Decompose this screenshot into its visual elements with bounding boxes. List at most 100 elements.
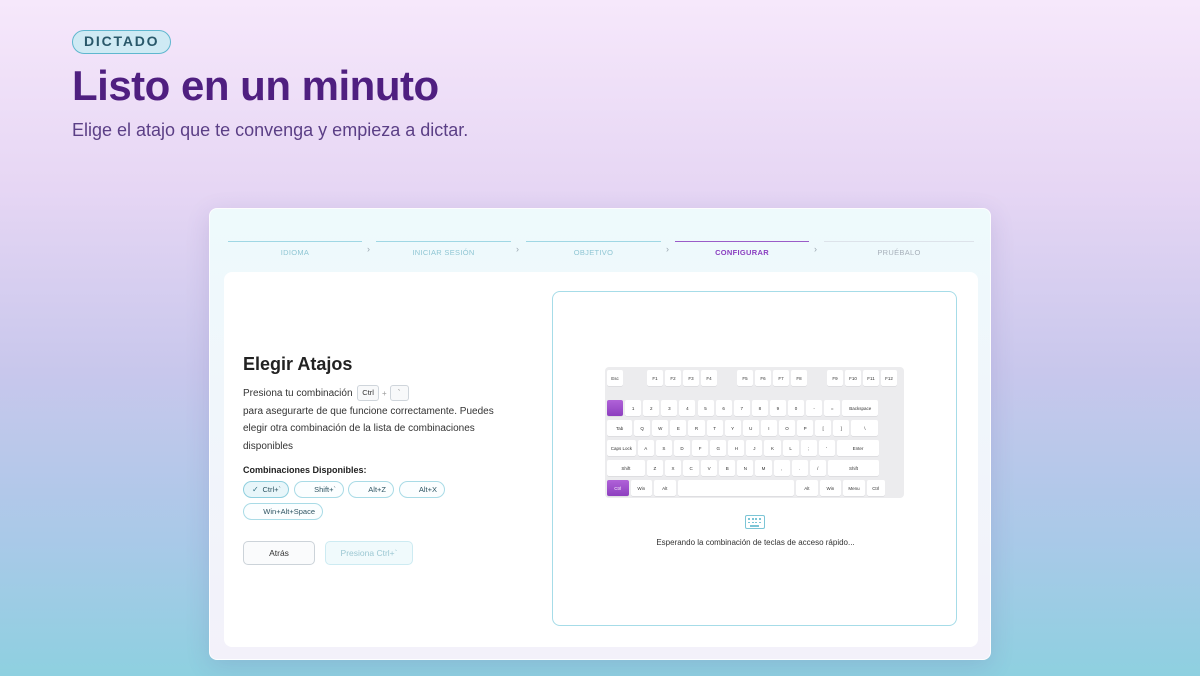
keyboard-icon	[745, 515, 765, 529]
key-symbol: =	[824, 400, 841, 416]
key-j: J	[746, 440, 763, 456]
key-f5: F5	[737, 370, 753, 386]
key-f7: F7	[773, 370, 789, 386]
key-shift: Shift	[827, 460, 880, 476]
key-8: 8	[751, 400, 768, 416]
back-button[interactable]: Atrás	[243, 541, 315, 565]
keyboard-diagram: Esc F1 F2 F3 F4 F5 F6 F7 F8 F9 F10 F11 F12 1 2 3 4 5 6 7 8 9 0…	[605, 367, 904, 498]
key-y: Y	[724, 420, 741, 436]
key-w: W	[652, 420, 669, 436]
setup-window: IDIOMA › INICIAR SESIÓN › OBJETIVO › CON…	[209, 208, 991, 660]
key-f2: F2	[665, 370, 681, 386]
chevron-right-icon: ›	[516, 244, 519, 254]
key-capslock: Caps Lock	[607, 440, 636, 456]
key-9: 9	[769, 400, 786, 416]
chevron-right-icon: ›	[666, 244, 669, 254]
combo-label: Alt+X	[418, 485, 437, 494]
step-configurar[interactable]: CONFIGURAR	[675, 241, 809, 261]
key-f12: F12	[881, 370, 897, 386]
key-win: Win	[819, 480, 842, 496]
combo-label: Ctrl+`	[262, 485, 281, 494]
chevron-right-icon: ›	[814, 244, 817, 254]
keyboard-preview-panel: Esc F1 F2 F3 F4 F5 F6 F7 F8 F9 F10 F11 F12 1 2 3 4 5 6 7 8 9 0…	[552, 291, 957, 626]
section-badge: DICTADO	[72, 30, 172, 54]
combo-label: Win+Alt+Space	[263, 507, 315, 516]
key-v: V	[701, 460, 718, 476]
key-f1: F1	[647, 370, 663, 386]
instructions: Presiona tu combinación Ctrl + ` para aseg…	[243, 385, 513, 455]
combo-chip-ctrl-backtick[interactable]: ✓ Ctrl+`	[243, 481, 289, 498]
instructions-body: para asegurarte de que funcione correcta…	[243, 405, 494, 452]
key-shift: Shift	[607, 460, 645, 476]
hero-title: Listo en un minuto	[72, 62, 439, 109]
step-pruebalo[interactable]: PRUÉBALO	[824, 241, 974, 261]
key-3: 3	[661, 400, 678, 416]
key-n: N	[737, 460, 754, 476]
key-symbol: \	[851, 420, 879, 436]
key-4: 4	[679, 400, 696, 416]
key-7: 7	[733, 400, 750, 416]
section-title: Elegir Atajos	[243, 354, 353, 374]
key-symbol	[607, 400, 624, 416]
key-g: G	[710, 440, 727, 456]
combo-chip-win-alt-space[interactable]: Win+Alt+Space	[243, 503, 323, 520]
stepper: IDIOMA › INICIAR SESIÓN › OBJETIVO › CON…	[228, 241, 974, 261]
key-a: A	[637, 440, 654, 456]
combo-chip-alt-z[interactable]: Alt+Z	[348, 481, 394, 498]
key-z: Z	[646, 460, 663, 476]
key-l: L	[782, 440, 799, 456]
key-1: 1	[625, 400, 642, 416]
key-symbol: '	[818, 440, 835, 456]
key-s: S	[655, 440, 672, 456]
key-symbol: ;	[800, 440, 817, 456]
key-backspace: Backspace	[842, 400, 879, 416]
key-f3: F3	[683, 370, 699, 386]
key-symbol: ,	[773, 460, 790, 476]
setup-card: Elegir Atajos Presiona tu combinación Ct…	[224, 272, 978, 647]
key-alt: Alt	[654, 480, 676, 496]
key-u: U	[742, 420, 759, 436]
key-0: 0	[788, 400, 805, 416]
key-symbol: ]	[833, 420, 850, 436]
key-symbol: /	[809, 460, 826, 476]
combo-label: Shift+`	[314, 485, 336, 494]
key-symbol: [	[815, 420, 832, 436]
key-ctrl: Ctrl	[607, 480, 629, 496]
key-c: C	[683, 460, 700, 476]
key-h: H	[728, 440, 745, 456]
available-combos-label: Combinaciones Disponibles:	[243, 465, 367, 475]
key-f10: F10	[845, 370, 861, 386]
key-esc: Esc	[607, 370, 623, 386]
key-f8: F8	[791, 370, 807, 386]
instructions-intro: Presiona tu combinación	[243, 388, 353, 399]
key-x: X	[664, 460, 681, 476]
waiting-status: Esperando la combinación de teclas de ac…	[656, 538, 855, 547]
step-objetivo[interactable]: OBJETIVO	[526, 241, 661, 261]
step-idioma[interactable]: IDIOMA	[228, 241, 362, 261]
continue-button[interactable]: Presiona Ctrl+`	[325, 541, 413, 565]
combo-chip-shift-backtick[interactable]: Shift+`	[294, 481, 344, 498]
key-f: F	[692, 440, 709, 456]
check-icon: ✓	[252, 485, 259, 494]
key-win: Win	[630, 480, 653, 496]
key-space	[677, 480, 795, 496]
key-t: T	[706, 420, 723, 436]
key-ctrl-chip: Ctrl	[357, 385, 379, 402]
key-symbol: -	[806, 400, 823, 416]
step-iniciar-sesion[interactable]: INICIAR SESIÓN	[376, 241, 511, 261]
combo-label: Alt+Z	[368, 485, 386, 494]
key-f11: F11	[863, 370, 879, 386]
key-enter: Enter	[836, 440, 880, 456]
key-f4: F4	[701, 370, 717, 386]
hero-subtitle: Elige el atajo que te convenga y empieza…	[72, 120, 469, 140]
key-f6: F6	[755, 370, 771, 386]
key-ctrl: Ctrl	[866, 480, 885, 496]
key-menu: Menu	[843, 480, 865, 496]
key-5: 5	[697, 400, 714, 416]
key-b: B	[719, 460, 736, 476]
key-m: M	[755, 460, 772, 476]
key-alt: Alt	[796, 480, 818, 496]
combo-chip-alt-x[interactable]: Alt+X	[399, 481, 445, 498]
key-2: 2	[643, 400, 660, 416]
key-symbol: .	[791, 460, 808, 476]
